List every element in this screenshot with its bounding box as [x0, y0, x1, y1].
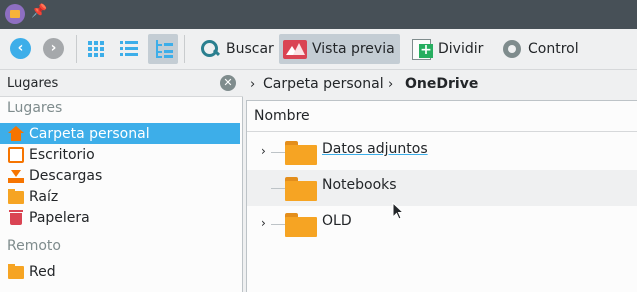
toolbar-separator	[184, 35, 185, 63]
image-preview-icon	[283, 39, 307, 59]
folder-icon	[285, 213, 317, 237]
file-name: OLD	[322, 213, 352, 229]
toolbar-separator	[76, 35, 77, 63]
places-item-network[interactable]: Red	[0, 261, 240, 282]
gear-icon	[501, 38, 523, 60]
mouse-cursor-icon	[392, 202, 404, 220]
file-name: Notebooks	[322, 177, 397, 193]
preview-button-label: Vista previa	[312, 41, 395, 57]
trash-icon	[8, 209, 24, 226]
places-item-desktop[interactable]: Escritorio	[0, 144, 240, 165]
remote-section-title: Remoto	[7, 238, 61, 254]
preview-button[interactable]: Vista previa	[279, 34, 400, 64]
desktop-icon	[8, 146, 24, 163]
grid-icon	[88, 41, 104, 57]
search-button[interactable]: Buscar	[195, 34, 279, 64]
icons-view-button[interactable]	[81, 34, 111, 64]
search-icon	[199, 38, 221, 60]
tree-line	[271, 152, 285, 153]
breadcrumb: › Carpeta personal › OneDrive	[246, 71, 637, 99]
file-name: Datos adjuntos	[322, 141, 428, 157]
places-item-label: Red	[29, 263, 56, 280]
expand-chevron-icon[interactable]: ›	[261, 144, 266, 158]
places-item-home[interactable]: Carpeta personal	[0, 123, 240, 144]
expand-chevron-icon[interactable]: ›	[261, 216, 266, 230]
file-list: Nombre › Datos adjuntos Notebooks › OLD	[246, 100, 637, 292]
split-view-icon	[411, 38, 433, 60]
tree-view-icon	[155, 40, 173, 58]
places-item-label: Papelera	[29, 209, 90, 226]
control-button-label: Control	[528, 41, 579, 57]
places-item-root[interactable]: Raíz	[0, 186, 240, 207]
forward-button[interactable]: ›	[43, 38, 64, 59]
places-item-downloads[interactable]: Descargas	[0, 165, 240, 186]
details-view-button[interactable]	[148, 34, 178, 64]
places-panel-title: Lugares	[7, 76, 59, 91]
close-panel-icon[interactable]: ✕	[220, 75, 236, 91]
places-panel-header: Lugares ✕	[0, 71, 243, 97]
app-menu-icon[interactable]	[5, 4, 25, 24]
places-item-label: Escritorio	[29, 146, 95, 163]
chevron-right-icon[interactable]: ›	[388, 77, 393, 92]
places-item-label: Descargas	[29, 167, 103, 184]
folder-icon	[8, 189, 24, 204]
places-item-trash[interactable]: Papelera	[0, 207, 240, 228]
control-button[interactable]: Control	[497, 34, 584, 64]
places-panel: Lugares ✕ Lugares Carpeta personal Escri…	[0, 71, 243, 292]
column-header-label: Nombre	[254, 108, 310, 124]
places-section-title: Lugares	[7, 100, 63, 116]
pin-icon[interactable]: 📌	[31, 4, 47, 19]
folder-icon	[8, 264, 24, 279]
file-row[interactable]: › OLD	[247, 206, 637, 242]
tree-line	[271, 188, 285, 189]
compact-view-button[interactable]	[114, 34, 144, 64]
folder-icon	[285, 177, 317, 201]
split-button[interactable]: Dividir	[407, 34, 488, 64]
home-icon	[8, 125, 24, 142]
places-item-label: Raíz	[29, 188, 59, 205]
file-row[interactable]: › Datos adjuntos	[247, 134, 637, 170]
tree-line	[271, 224, 285, 225]
main-toolbar: ‹ › Buscar Vista previa + Dividir Contro…	[0, 29, 637, 70]
file-row[interactable]: Notebooks	[247, 170, 637, 206]
column-header-name[interactable]: Nombre	[247, 101, 637, 132]
split-button-label: Dividir	[438, 41, 484, 57]
search-button-label: Buscar	[226, 41, 274, 57]
breadcrumb-item-home[interactable]: Carpeta personal	[263, 76, 384, 92]
download-icon	[8, 168, 24, 184]
back-button[interactable]: ‹	[10, 38, 31, 59]
folder-icon	[285, 141, 317, 165]
breadcrumb-item-current[interactable]: OneDrive	[405, 76, 478, 92]
chevron-right-icon[interactable]: ›	[250, 77, 255, 92]
list-icon	[120, 41, 138, 57]
title-bar: 📌	[0, 0, 637, 29]
places-item-label: Carpeta personal	[29, 125, 150, 142]
